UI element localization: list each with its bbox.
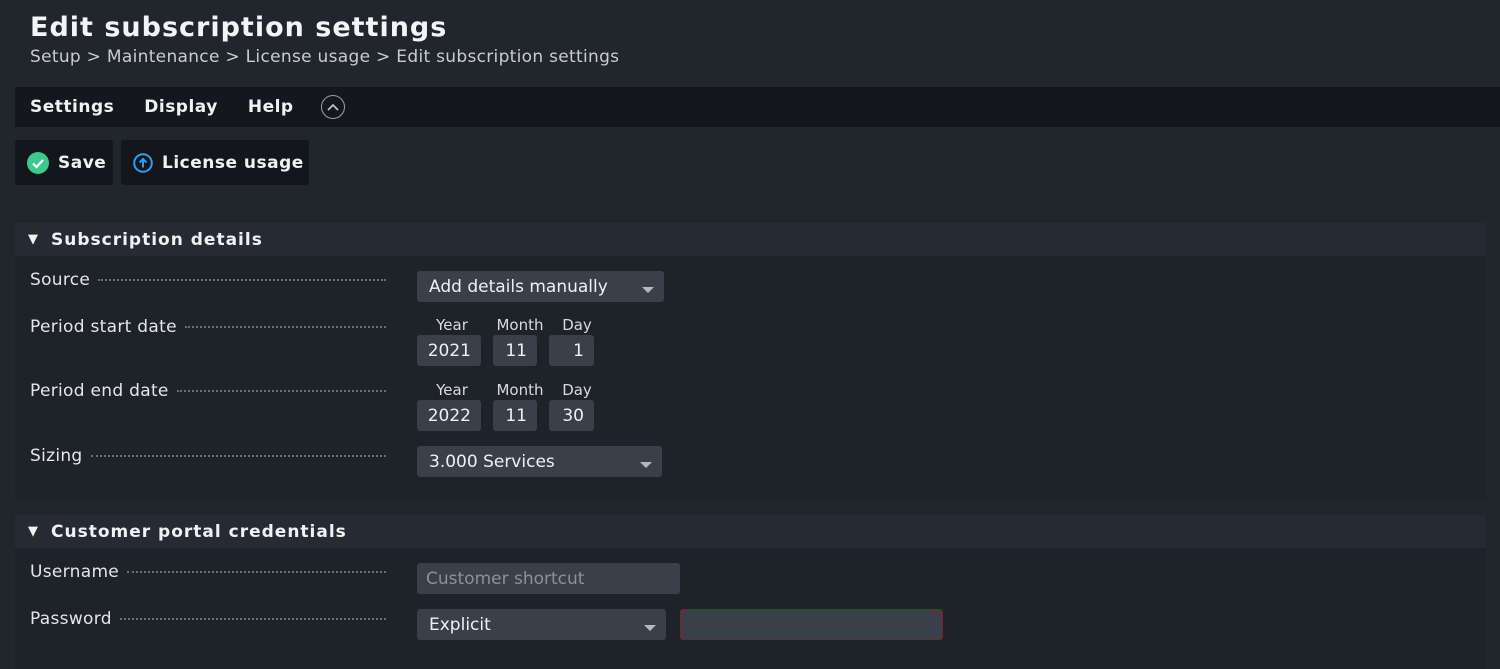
subscription-details-section: ▼ Subscription details Source Add detail… bbox=[15, 223, 1486, 500]
breadcrumb: Setup > Maintenance > License usage > Ed… bbox=[30, 47, 620, 67]
save-button[interactable]: Save bbox=[15, 140, 113, 185]
end-day-input[interactable]: 30 bbox=[549, 400, 594, 431]
license-usage-button[interactable]: License usage bbox=[121, 140, 309, 185]
menu-display[interactable]: Display bbox=[144, 97, 218, 117]
end-month-input[interactable]: 11 bbox=[493, 400, 537, 431]
end-day-label: Day bbox=[562, 381, 592, 399]
end-year-input[interactable]: 2022 bbox=[417, 400, 481, 431]
username-input[interactable]: Customer shortcut bbox=[417, 563, 680, 594]
end-year-label: Year bbox=[436, 381, 468, 399]
start-day-input[interactable]: 1 bbox=[549, 335, 594, 366]
page-title: Edit subscription settings bbox=[30, 12, 448, 43]
start-month-label: Month bbox=[496, 316, 544, 334]
dropdown-caret-icon bbox=[644, 624, 656, 631]
collapse-triangle-icon: ▼ bbox=[28, 524, 39, 539]
collapse-triangle-icon: ▼ bbox=[28, 232, 39, 247]
end-month-label: Month bbox=[496, 381, 544, 399]
chevron-up-circle-icon[interactable] bbox=[320, 95, 345, 119]
source-select[interactable]: Add details manually bbox=[417, 271, 664, 302]
dropdown-caret-icon bbox=[642, 286, 654, 293]
arrow-up-circle-icon bbox=[133, 152, 153, 173]
period-start-label: Period start date bbox=[30, 317, 386, 337]
section-title: Customer portal credentials bbox=[51, 521, 347, 542]
start-year-input[interactable]: 2021 bbox=[417, 335, 481, 366]
menu-bar: Settings Display Help bbox=[15, 87, 1500, 127]
username-label: Username bbox=[30, 562, 386, 582]
start-month-input[interactable]: 11 bbox=[493, 335, 537, 366]
menu-help[interactable]: Help bbox=[248, 97, 294, 117]
dropdown-caret-icon bbox=[640, 461, 652, 468]
password-mode-select[interactable]: Explicit bbox=[417, 609, 666, 640]
section-title: Subscription details bbox=[51, 229, 263, 250]
subscription-details-header[interactable]: ▼ Subscription details bbox=[15, 223, 1486, 256]
license-usage-label: License usage bbox=[162, 152, 304, 173]
customer-portal-credentials-header[interactable]: ▼ Customer portal credentials bbox=[15, 515, 1486, 548]
sizing-select[interactable]: 3.000 Services bbox=[417, 446, 662, 477]
password-input[interactable] bbox=[680, 609, 943, 640]
sizing-label: Sizing bbox=[30, 446, 386, 466]
menu-settings[interactable]: Settings bbox=[30, 97, 114, 117]
checkmark-circle-icon bbox=[27, 151, 49, 174]
start-year-label: Year bbox=[436, 316, 468, 334]
password-label: Password bbox=[30, 609, 386, 629]
source-label: Source bbox=[30, 270, 386, 290]
start-day-label: Day bbox=[562, 316, 592, 334]
period-end-label: Period end date bbox=[30, 381, 386, 401]
save-label: Save bbox=[58, 152, 107, 173]
customer-portal-credentials-section: ▼ Customer portal credentials Username C… bbox=[15, 515, 1486, 669]
